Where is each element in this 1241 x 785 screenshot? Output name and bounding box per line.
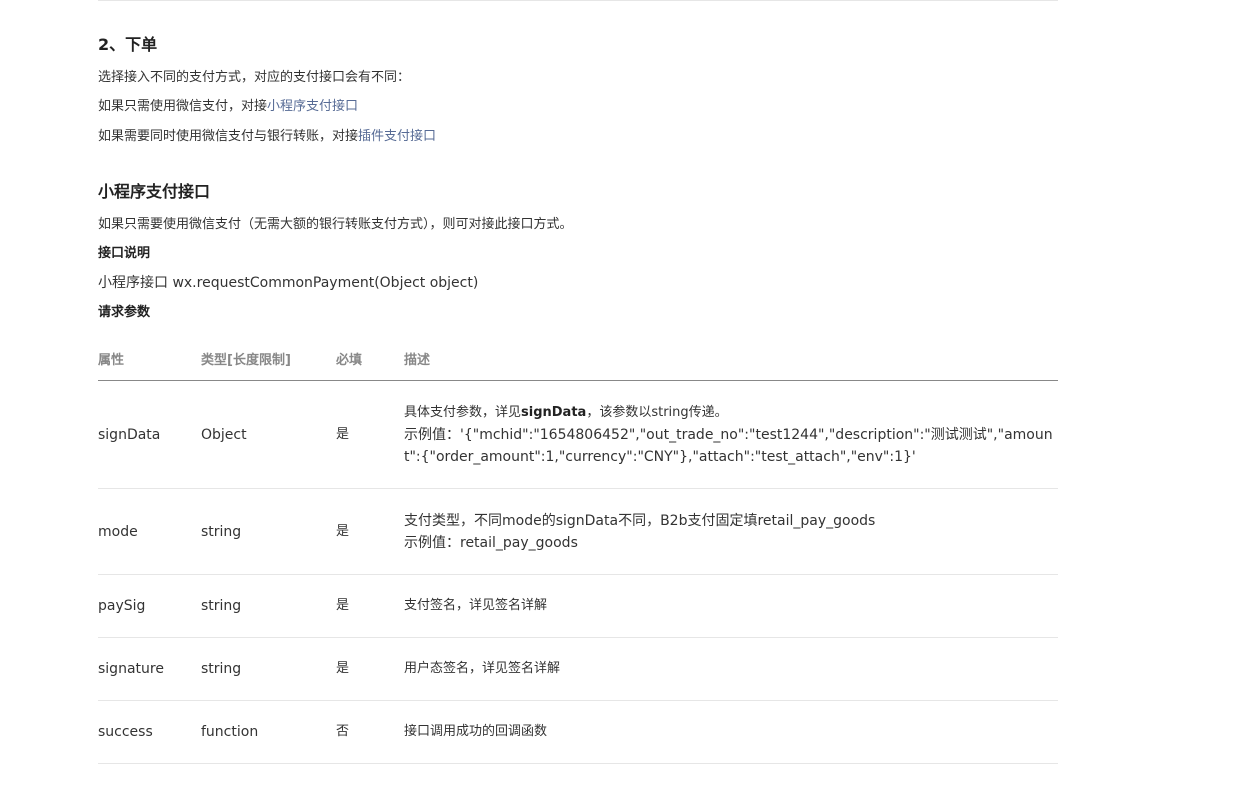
- api-description: 如果只需要使用微信支付（无需大额的银行转账支付方式），则可对接此接口方式。: [98, 217, 573, 232]
- param-required: 否: [336, 700, 404, 764]
- section-title-order: 2、下单: [98, 35, 158, 54]
- param-type: string: [201, 574, 336, 638]
- param-description-main: 支付签名，详见签名详解: [404, 598, 548, 613]
- column-header-description: 描述: [404, 337, 1058, 381]
- param-type: function: [201, 700, 336, 764]
- order-line-wechat-and-bank: 如果需要同时使用微信支付与银行转账，对接插件支付接口: [98, 127, 436, 147]
- section-title-mini-program-api: 小程序支付接口: [98, 182, 211, 201]
- param-example-label: 示例值：: [404, 534, 460, 551]
- param-description-main: 具体支付参数，详见signData，该参数以string传递。: [404, 402, 1058, 424]
- top-divider: [98, 0, 1058, 1]
- param-description: 接口调用成功的回调函数: [404, 700, 1058, 764]
- column-header-required: 必填: [336, 337, 404, 381]
- param-name: mode: [98, 488, 201, 575]
- param-type: string: [201, 488, 336, 575]
- table-row: paySig string 是 支付签名，详见签名详解: [98, 574, 1058, 638]
- param-name: success: [98, 700, 201, 764]
- column-header-type: 类型[长度限制]: [201, 337, 336, 381]
- api-heading: 接口说明: [98, 246, 151, 261]
- param-description-main: 接口调用成功的回调函数: [404, 724, 548, 739]
- param-description: 用户态签名，详见签名详解: [404, 637, 1058, 701]
- mini-program-payment-api-link[interactable]: 小程序支付接口: [267, 99, 358, 114]
- param-required: 是: [336, 637, 404, 701]
- table-row: mode string 是 支付类型，不同mode的signData不同，B2b…: [98, 488, 1058, 575]
- param-name: signature: [98, 637, 201, 701]
- param-description-main: 支付类型，不同mode的signData不同，B2b支付固定填retail_pa…: [404, 512, 876, 529]
- param-description-suffix: ，该参数以string传递。: [586, 404, 728, 420]
- param-description-strong: signData: [521, 404, 587, 420]
- order-line-wechat-and-bank-text: 如果需要同时使用微信支付与银行转账，对接: [98, 129, 359, 144]
- param-type: Object: [201, 380, 336, 489]
- param-description: 支付类型，不同mode的signData不同，B2b支付固定填retail_pa…: [404, 488, 1058, 575]
- param-example-value: retail_pay_goods: [460, 534, 578, 551]
- param-name: paySig: [98, 574, 201, 638]
- param-example-label: 示例值：: [404, 426, 460, 443]
- table-row: signature string 是 用户态签名，详见签名详解: [98, 637, 1058, 701]
- param-description: 具体支付参数，详见signData，该参数以string传递。 示例值：'{"m…: [404, 380, 1058, 489]
- table-row: success function 否 接口调用成功的回调函数: [98, 700, 1058, 764]
- order-line-wechat-only: 如果只需使用微信支付，对接小程序支付接口: [98, 97, 358, 117]
- table-row: signData Object 是 具体支付参数，详见signData，该参数以…: [98, 380, 1058, 489]
- param-example: 示例值：'{"mchid":"1654806452","out_trade_no…: [404, 424, 1058, 468]
- order-line-wechat-only-text: 如果只需使用微信支付，对接: [98, 99, 268, 114]
- table-header-row: 属性 类型[长度限制] 必填 描述: [98, 337, 1058, 381]
- param-type: string: [201, 637, 336, 701]
- param-description-prefix: 具体支付参数，详见: [404, 404, 522, 420]
- param-description-main: 用户态签名，详见签名详解: [404, 661, 561, 676]
- params-table: 属性 类型[长度限制] 必填 描述 signData Object 是 具体支付…: [98, 337, 1058, 764]
- param-required: 是: [336, 380, 404, 489]
- param-example-value: '{"mchid":"1654806452","out_trade_no":"t…: [404, 426, 1053, 465]
- param-required: 是: [336, 488, 404, 575]
- param-name: signData: [98, 380, 201, 489]
- param-required: 是: [336, 574, 404, 638]
- plugin-payment-api-link[interactable]: 插件支付接口: [358, 129, 436, 144]
- param-example: 示例值：retail_pay_goods: [404, 532, 1058, 554]
- api-signature: 小程序接口 wx.requestCommonPayment(Object obj…: [98, 275, 479, 291]
- params-heading: 请求参数: [98, 305, 151, 320]
- param-description: 支付签名，详见签名详解: [404, 574, 1058, 638]
- column-header-attribute: 属性: [98, 337, 201, 381]
- order-intro: 选择接入不同的支付方式，对应的支付接口会有不同：: [98, 70, 411, 85]
